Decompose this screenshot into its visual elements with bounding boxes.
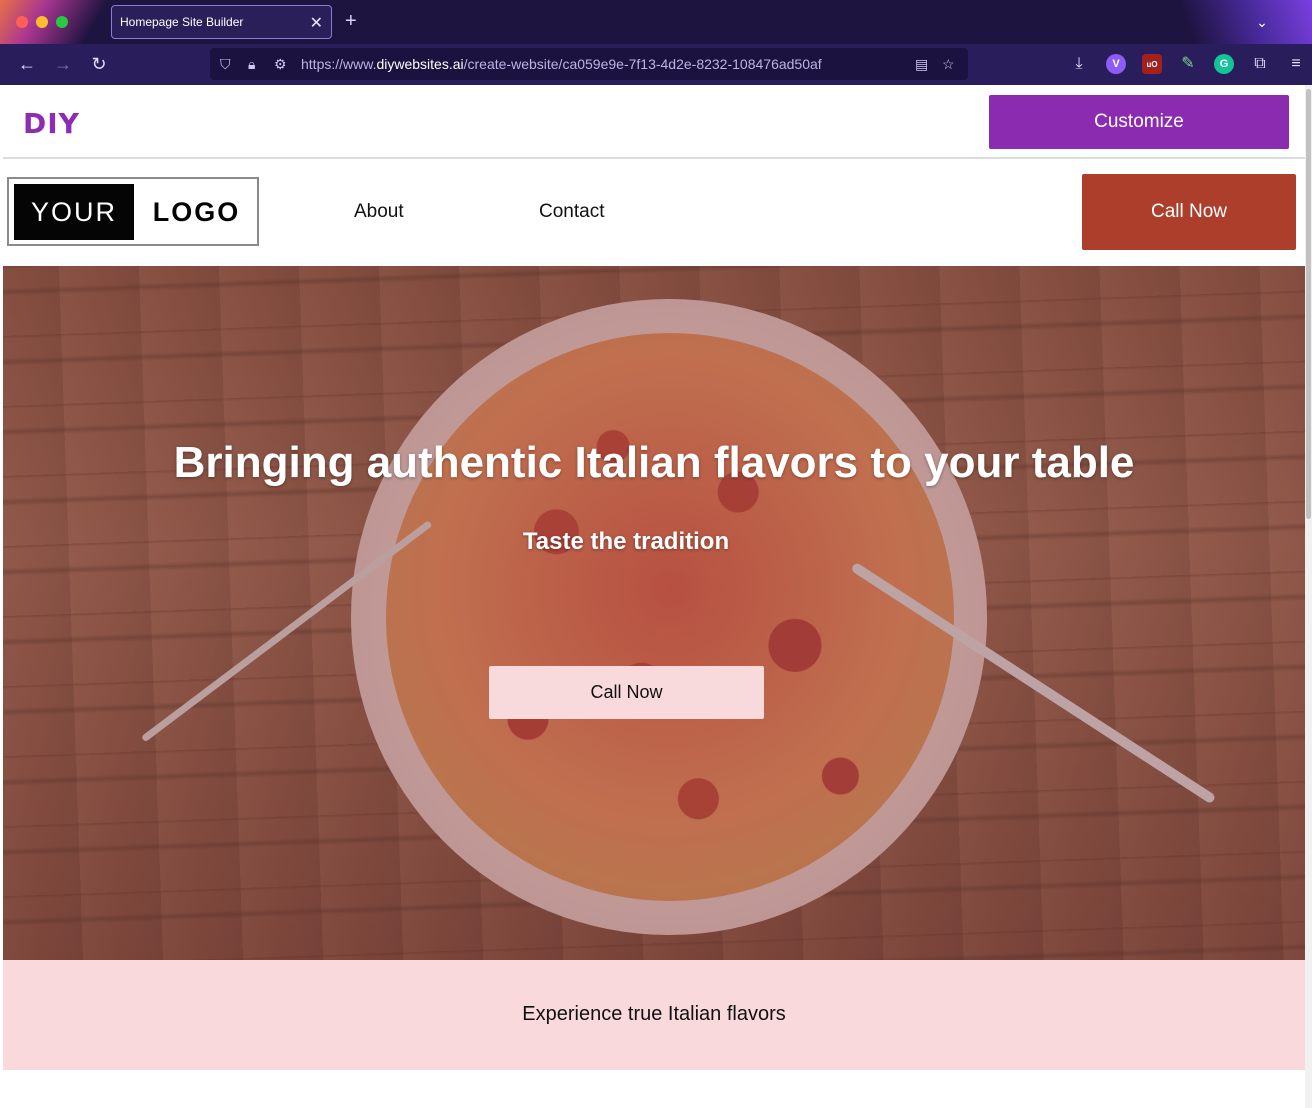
grammarly-icon[interactable]: G	[1214, 54, 1234, 74]
url-text[interactable]: https://www.diywebsites.ai/create-websit…	[301, 56, 822, 72]
browser-tab-title: Homepage Site Builder	[120, 15, 244, 29]
reload-icon[interactable]: ↻	[87, 52, 111, 76]
new-tab-button[interactable]: +	[345, 11, 357, 31]
download-icon[interactable]: ⤓	[1067, 52, 1091, 76]
back-arrow-icon[interactable]: ←	[15, 52, 39, 76]
site-logo-placeholder[interactable]: YOUR LOGO	[7, 177, 259, 246]
color-picker-icon[interactable]: ✎	[1176, 52, 1200, 76]
v-extension-icon[interactable]: V	[1106, 54, 1126, 74]
site-logo-light-half: LOGO	[152, 196, 241, 227]
header-call-now-button[interactable]: Call Now	[1082, 174, 1296, 250]
hero-call-now-button[interactable]: Call Now	[489, 666, 764, 719]
list-all-tabs-icon[interactable]: ⌄	[1244, 10, 1280, 34]
extensions-icon[interactable]: ⧉	[1248, 52, 1272, 76]
window-zoom-button[interactable]	[56, 16, 68, 28]
lock-icon[interactable]: 🔒︎	[248, 54, 255, 74]
url-path: /create-website/ca059e9e-7f13-4d2e-8232-…	[463, 56, 822, 72]
site-logo-dark-half: YOUR	[14, 184, 134, 240]
menu-icon[interactable]: ≡	[1284, 52, 1308, 76]
permissions-icon[interactable]: ⚙	[274, 54, 287, 74]
shield-icon[interactable]: ⛉	[220, 54, 231, 74]
forward-arrow-icon[interactable]: →	[51, 52, 75, 76]
builder-top-bar: DIY Customize	[3, 85, 1305, 159]
browser-toolbar: ← → ↻ ⛉ 🔒︎ ⚙ https://www.diywebsites.ai/…	[0, 44, 1312, 85]
hero-overlay	[3, 266, 1305, 960]
browser-tab-active[interactable]: Homepage Site Builder ✕	[111, 5, 332, 39]
hero-subtitle: Taste the tradition	[522, 528, 730, 555]
bookmark-star-icon[interactable]: ☆	[942, 54, 955, 74]
tab-bar-gradient-right	[1172, 0, 1312, 44]
page-scrollbar[interactable]	[1305, 85, 1312, 1108]
v-extension-label: V	[1112, 58, 1120, 70]
grammarly-label: G	[1219, 58, 1229, 70]
window-minimize-button[interactable]	[36, 16, 48, 28]
tagline-section: Experience true Italian flavors	[3, 960, 1305, 1070]
hero-title: Bringing authentic Italian flavors to yo…	[173, 438, 1135, 487]
browser-tab-bar: Homepage Site Builder ✕ + ⌄	[0, 0, 1312, 44]
address-bar[interactable]: ⛉ 🔒︎ ⚙ https://www.diywebsites.ai/create…	[210, 48, 968, 80]
diy-logo[interactable]: DIY	[23, 107, 80, 140]
nav-link-contact[interactable]: Contact	[539, 201, 604, 223]
scrollbar-thumb[interactable]	[1306, 89, 1311, 519]
url-prefix: https://www.	[301, 56, 377, 72]
window-close-button[interactable]	[16, 16, 28, 28]
site-header: YOUR LOGO About Contact Call Now	[3, 161, 1305, 266]
url-host: diywebsites.ai	[376, 56, 464, 72]
ublock-icon[interactable]: uO	[1142, 54, 1162, 74]
reader-view-icon[interactable]: ▤	[915, 54, 928, 74]
customize-button[interactable]: Customize	[989, 95, 1289, 149]
hero-section: Bringing authentic Italian flavors to yo…	[3, 266, 1305, 960]
tagline-text: Experience true Italian flavors	[522, 1003, 786, 1025]
ublock-label: uO	[1146, 59, 1158, 69]
nav-link-about[interactable]: About	[354, 201, 404, 223]
tab-close-icon[interactable]: ✕	[310, 13, 323, 33]
